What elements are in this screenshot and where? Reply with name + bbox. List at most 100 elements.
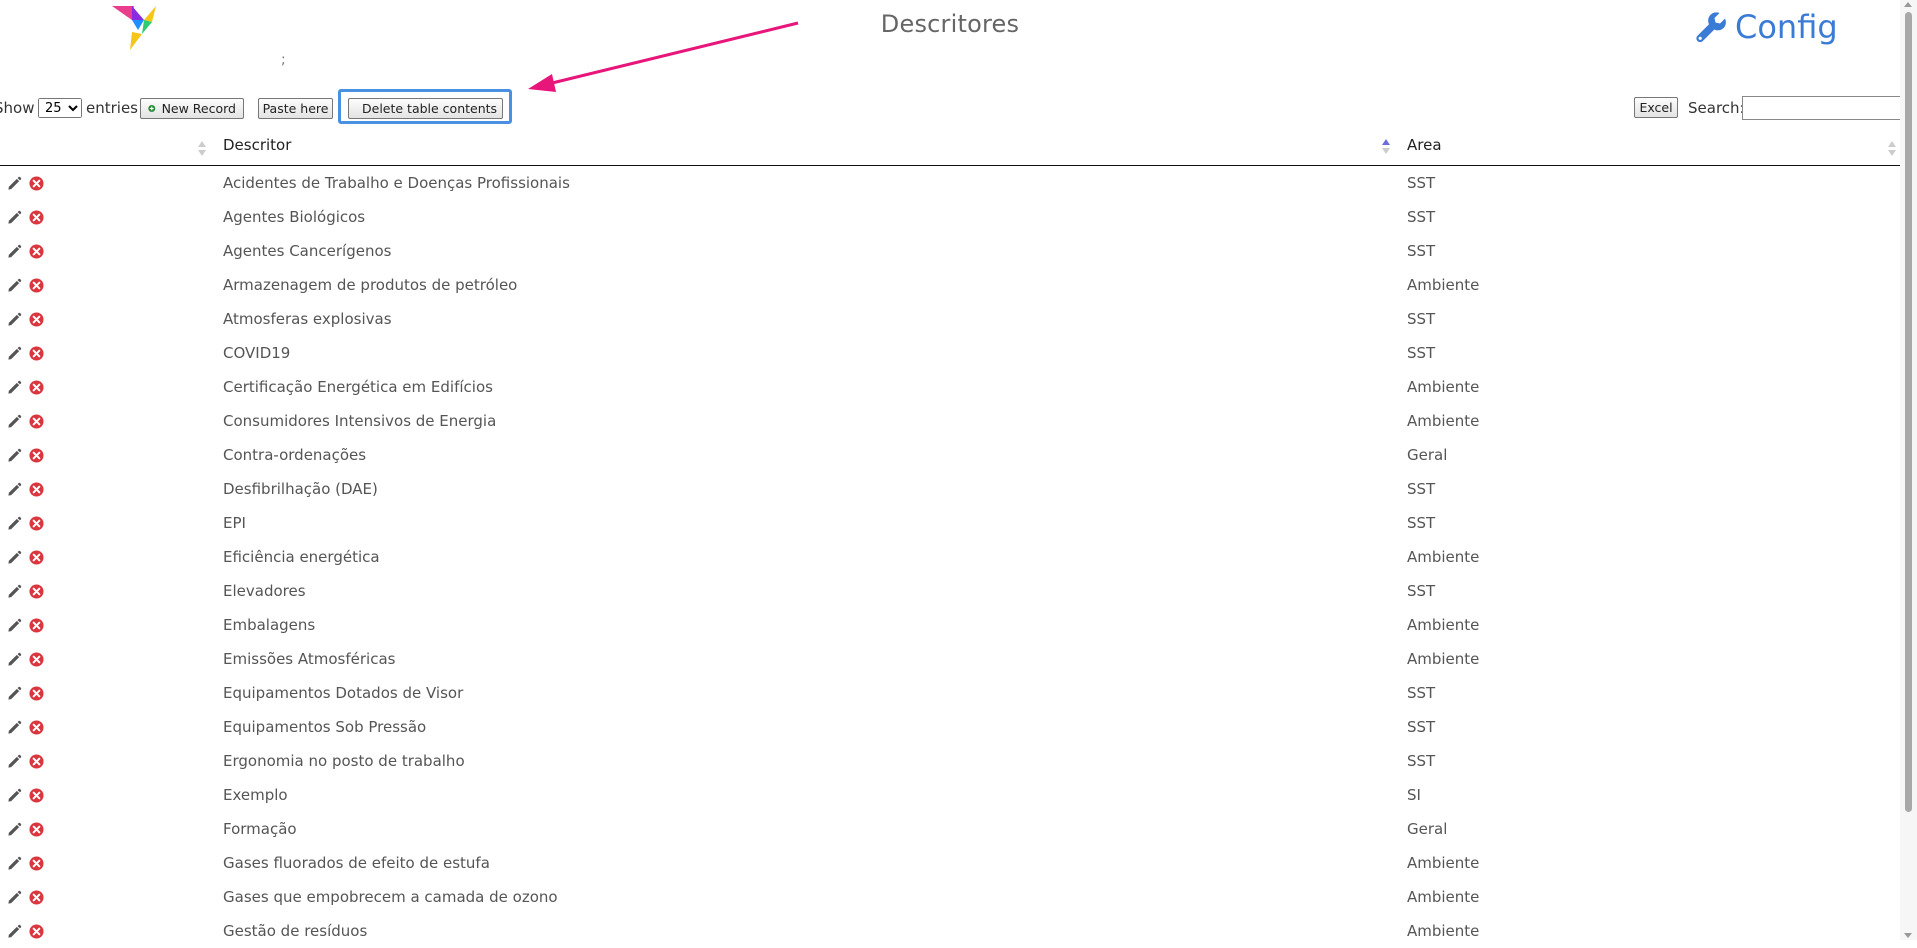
delete-circle-icon[interactable]	[29, 380, 44, 395]
pencil-icon[interactable]	[7, 550, 22, 565]
table-row: Armazenagem de produtos de petróleo Ambi…	[0, 268, 1900, 302]
descritor-cell: Elevadores	[223, 582, 306, 600]
scroll-down-arrow-icon[interactable]	[1904, 933, 1912, 938]
pencil-icon[interactable]	[7, 482, 22, 497]
actions-column-sort-icon[interactable]	[198, 141, 206, 156]
pencil-icon[interactable]	[7, 414, 22, 429]
area-column-sort-icon[interactable]	[1888, 141, 1896, 156]
pencil-icon[interactable]	[7, 516, 22, 531]
pencil-icon[interactable]	[7, 788, 22, 803]
table-row: Gestão de resíduos Ambiente	[0, 914, 1900, 948]
descritor-sort-asc-icon[interactable]	[1382, 139, 1390, 154]
stray-text: ;	[281, 52, 286, 68]
descritor-cell: Formação	[223, 820, 297, 838]
descritor-cell: Gases fluorados de efeito de estufa	[223, 854, 490, 872]
pencil-icon[interactable]	[7, 176, 22, 191]
table-row: Gases que empobrecem a camada de ozono A…	[0, 880, 1900, 914]
area-cell: Ambiente	[1407, 378, 1480, 396]
table-row: Eficiência energética Ambiente	[0, 540, 1900, 574]
delete-circle-icon[interactable]	[29, 176, 44, 191]
delete-circle-icon[interactable]	[29, 924, 44, 939]
pencil-icon[interactable]	[7, 380, 22, 395]
area-cell: Ambiente	[1407, 854, 1480, 872]
new-record-label: New Record	[161, 101, 236, 116]
area-cell: SST	[1407, 344, 1436, 362]
area-cell: SST	[1407, 582, 1436, 600]
table-row: Exemplo SI	[0, 778, 1900, 812]
search-label: Search:	[1688, 99, 1745, 117]
pencil-icon[interactable]	[7, 822, 22, 837]
pencil-icon[interactable]	[7, 278, 22, 293]
delete-circle-icon[interactable]	[29, 414, 44, 429]
pencil-icon[interactable]	[7, 686, 22, 701]
area-cell: SST	[1407, 208, 1436, 226]
table-row: Contra-ordenações Geral	[0, 438, 1900, 472]
delete-circle-icon[interactable]	[29, 482, 44, 497]
area-cell: SST	[1407, 514, 1436, 532]
delete-circle-icon[interactable]	[29, 244, 44, 259]
scroll-up-arrow-icon[interactable]	[1904, 2, 1912, 7]
pencil-icon[interactable]	[7, 754, 22, 769]
pencil-icon[interactable]	[7, 652, 22, 667]
area-cell: SST	[1407, 752, 1436, 770]
pencil-icon[interactable]	[7, 720, 22, 735]
paste-button[interactable]: Paste here	[258, 98, 333, 119]
search-input[interactable]	[1742, 96, 1902, 120]
delete-circle-icon[interactable]	[29, 788, 44, 803]
pencil-icon[interactable]	[7, 244, 22, 259]
pencil-icon[interactable]	[7, 346, 22, 361]
pencil-icon[interactable]	[7, 856, 22, 871]
descritor-cell: Ergonomia no posto de trabalho	[223, 752, 465, 770]
area-cell: Ambiente	[1407, 412, 1480, 430]
delete-circle-icon[interactable]	[29, 210, 44, 225]
delete-circle-icon[interactable]	[29, 312, 44, 327]
table-row: Elevadores SST	[0, 574, 1900, 608]
table-body: Acidentes de Trabalho e Doenças Profissi…	[0, 166, 1900, 948]
area-cell: Geral	[1407, 820, 1448, 838]
table-row: Agentes Biológicos SST	[0, 200, 1900, 234]
table-row: COVID19 SST	[0, 336, 1900, 370]
table-row: Equipamentos Sob Pressão SST	[0, 710, 1900, 744]
descritor-cell: Acidentes de Trabalho e Doenças Profissi…	[223, 174, 570, 192]
delete-circle-icon[interactable]	[29, 754, 44, 769]
table-row: Emissões Atmosféricas Ambiente	[0, 642, 1900, 676]
delete-circle-icon[interactable]	[29, 686, 44, 701]
delete-circle-icon[interactable]	[29, 720, 44, 735]
table-row: Equipamentos Dotados de Visor SST	[0, 676, 1900, 710]
delete-circle-icon[interactable]	[29, 550, 44, 565]
delete-circle-icon[interactable]	[29, 516, 44, 531]
table-row: Desfibrilhação (DAE) SST	[0, 472, 1900, 506]
delete-circle-icon[interactable]	[29, 618, 44, 633]
pencil-icon[interactable]	[7, 924, 22, 939]
delete-circle-icon[interactable]	[29, 890, 44, 905]
delete-circle-icon[interactable]	[29, 448, 44, 463]
descritor-cell: Certificação Energética em Edifícios	[223, 378, 493, 396]
delete-circle-icon[interactable]	[29, 278, 44, 293]
config-link[interactable]: Config	[1695, 8, 1838, 46]
descritor-cell: Consumidores Intensivos de Energia	[223, 412, 497, 430]
delete-circle-icon[interactable]	[29, 652, 44, 667]
pencil-icon[interactable]	[7, 312, 22, 327]
delete-circle-icon[interactable]	[29, 584, 44, 599]
delete-circle-icon[interactable]	[29, 346, 44, 361]
descritor-cell: Emissões Atmosféricas	[223, 650, 396, 668]
pencil-icon[interactable]	[7, 448, 22, 463]
pencil-icon[interactable]	[7, 618, 22, 633]
scrollbar-thumb[interactable]	[1905, 12, 1912, 812]
new-record-button[interactable]: New Record	[140, 98, 244, 119]
pencil-icon[interactable]	[7, 584, 22, 599]
config-label: Config	[1735, 8, 1838, 46]
page-length-select[interactable]: 25	[38, 98, 82, 118]
excel-label: Excel	[1639, 100, 1673, 115]
pencil-icon[interactable]	[7, 210, 22, 225]
paste-label: Paste here	[262, 101, 329, 116]
delete-circle-icon[interactable]	[29, 822, 44, 837]
delete-circle-icon[interactable]	[29, 856, 44, 871]
excel-export-button[interactable]: Excel	[1634, 97, 1678, 118]
pencil-icon[interactable]	[7, 890, 22, 905]
column-header-descritor[interactable]: Descritor	[223, 136, 291, 154]
area-cell: SST	[1407, 174, 1436, 192]
column-header-area[interactable]: Area	[1407, 136, 1442, 154]
vertical-scrollbar[interactable]	[1900, 0, 1917, 940]
area-cell: SST	[1407, 684, 1436, 702]
